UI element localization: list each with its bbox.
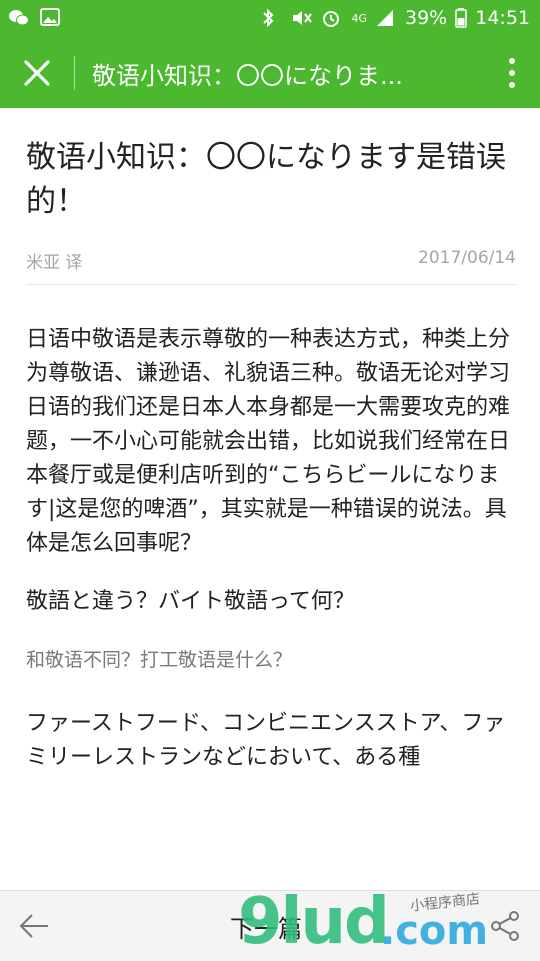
signal-icon xyxy=(375,8,397,28)
back-arrow-icon[interactable] xyxy=(18,911,50,941)
alarm-icon xyxy=(321,8,343,28)
article-date: 2017/06/14 xyxy=(418,248,516,268)
section-heading-zh: 和敬语不同？打工敬语是什么？ xyxy=(26,649,293,671)
article-title: 敬语小知识：〇〇になります是错误的！ xyxy=(26,140,506,219)
battery-icon xyxy=(455,8,467,28)
appbar-divider xyxy=(74,56,75,90)
paragraph-body: ファーストフード、コンビニエンスストア、ファミリーレストランなどにおいて、ある種 xyxy=(26,711,506,770)
image-icon xyxy=(40,8,62,28)
watermark-suffix: .com xyxy=(380,908,489,954)
more-icon[interactable] xyxy=(504,56,520,90)
paragraph-intro: 日语中敬语是表示尊敬的一种表达方式，种类上分为尊敬语、谦逊语、礼貌语三种。敬语无… xyxy=(26,327,511,556)
appbar-title: 敬语小知识：〇〇になりま... xyxy=(92,62,403,90)
section-heading-ja: 敬語と違う？バイト敬語って何？ xyxy=(26,589,355,614)
mute-icon xyxy=(291,8,313,28)
clock: 14:51 xyxy=(475,7,530,29)
battery-percent: 39% xyxy=(405,7,448,29)
network-label: 4G xyxy=(351,11,367,25)
article-meta: 米亚 译 2017/06/14 xyxy=(26,248,516,285)
app-bar: 敬语小知识：〇〇になりま... xyxy=(0,38,540,108)
bluetooth-icon xyxy=(261,8,283,28)
article-author[interactable]: 米亚 译 xyxy=(26,248,82,284)
watermark-brand: 9lud xyxy=(238,885,390,959)
status-bar: 4G 39% 14:51 xyxy=(0,0,540,38)
article-content: 敬语小知识：〇〇になります是错误的！ 米亚 译 2017/06/14 日语中敬语… xyxy=(26,108,516,775)
close-icon[interactable] xyxy=(18,54,56,92)
share-icon[interactable] xyxy=(488,909,522,943)
wechat-icon xyxy=(8,8,30,28)
